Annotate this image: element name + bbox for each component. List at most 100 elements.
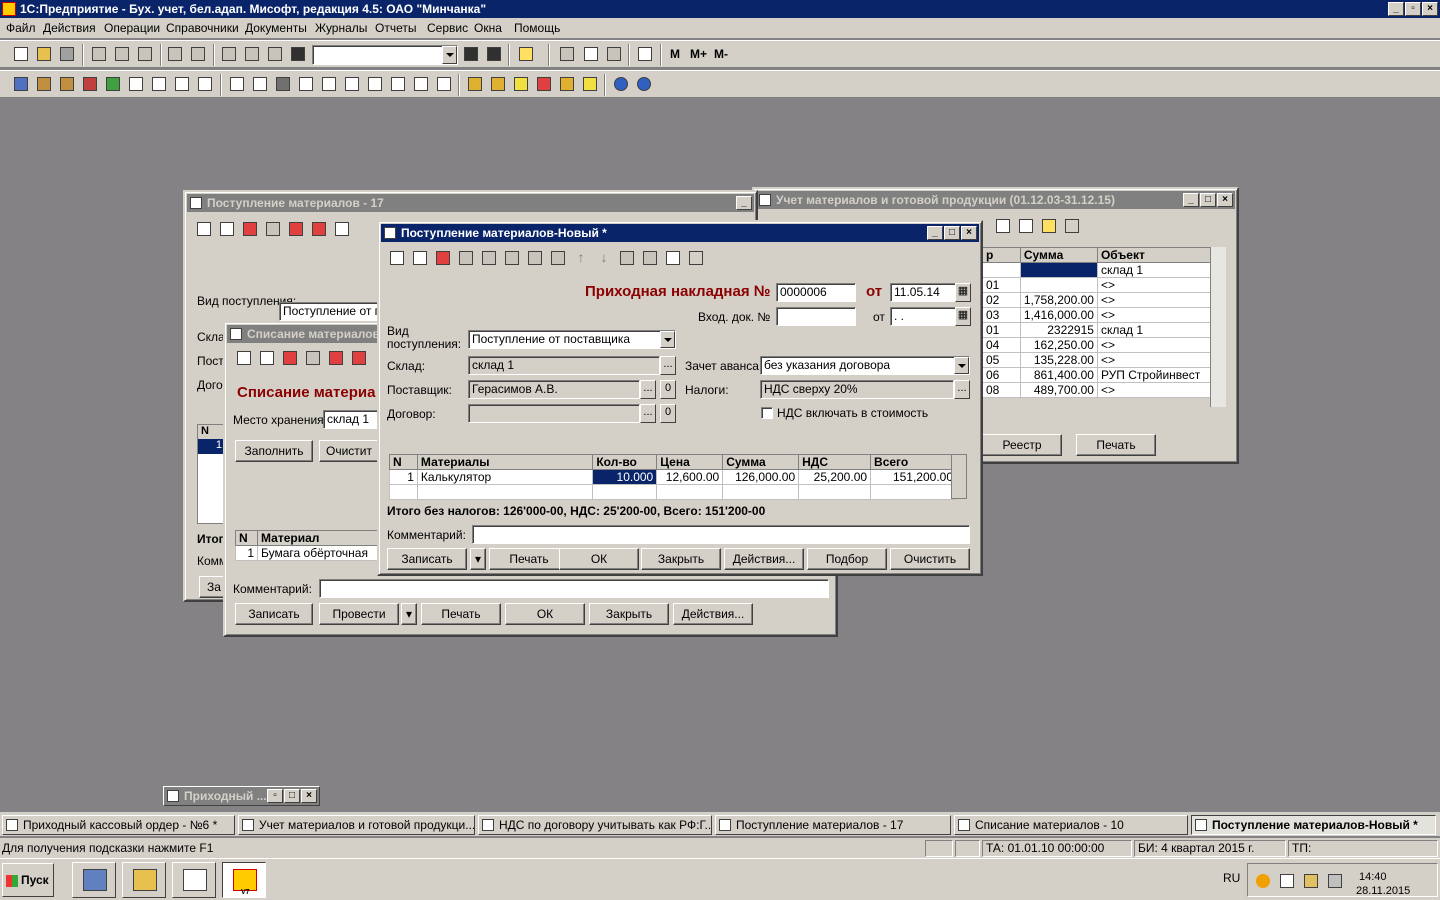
doc-number-field[interactable]: 0000006 <box>776 283 856 302</box>
table-row[interactable]: склад 1 <box>982 262 1213 278</box>
table-row[interactable]: 04 162,250.00 <> <box>982 337 1213 353</box>
menu-journals[interactable]: Журналы <box>315 21 367 35</box>
writeoff-post-button[interactable]: Провести <box>319 603 399 625</box>
new-tb-move-icon[interactable] <box>526 249 544 267</box>
materials-col-n[interactable]: N <box>389 454 418 470</box>
new-tb-edit-row-icon[interactable] <box>411 249 429 267</box>
journal-tb-icon-1[interactable] <box>994 217 1012 235</box>
contract-clear-button[interactable]: 0 <box>660 404 676 423</box>
warehouse-field[interactable]: склад 1 <box>468 356 660 375</box>
quicklaunch-folder[interactable] <box>122 862 166 898</box>
journal-col-code[interactable]: р <box>982 247 1021 263</box>
doc-date-calendar-icon[interactable]: ▦ <box>955 283 971 302</box>
supplier-field[interactable]: Герасимов А.В. <box>468 380 640 399</box>
supplier-select-button[interactable]: ... <box>640 380 656 399</box>
book-icon[interactable] <box>636 45 654 63</box>
quicklaunch-calculator[interactable] <box>172 862 216 898</box>
report-8-icon[interactable] <box>389 75 407 93</box>
writeoff-ok-button[interactable]: ОК <box>505 603 585 625</box>
help-icon[interactable] <box>664 249 682 267</box>
tab-cash-receipt[interactable]: Приходный кассовый ордер - №6 * <box>2 815 235 835</box>
new-tb-delete-row-icon[interactable] <box>434 249 452 267</box>
quicklaunch-explorer[interactable] <box>72 862 116 898</box>
table-row[interactable]: 06 861,400.00 РУП Стройинвест <box>982 367 1213 383</box>
incoming-date-calendar-icon[interactable]: ▦ <box>955 307 971 326</box>
receipt17-tb-edit-icon[interactable] <box>218 220 236 238</box>
save-button[interactable]: Записать <box>387 548 467 570</box>
writeoff-tb-edit-icon[interactable] <box>258 349 276 367</box>
receipt17-tb-delete-icon[interactable] <box>241 220 259 238</box>
calendar-grid-icon[interactable] <box>220 45 238 63</box>
contract-field[interactable] <box>468 404 640 423</box>
minimized-restore-button[interactable]: ▫ <box>267 789 283 803</box>
sort-asc-icon[interactable] <box>618 249 636 267</box>
entries-journal-icon[interactable] <box>58 75 76 93</box>
materials-col-price[interactable]: Цена <box>656 454 724 470</box>
tab-receipt-17[interactable]: Поступление материалов - 17 <box>715 815 951 835</box>
journal-tb-help-icon[interactable] <box>1040 217 1058 235</box>
new-receipt-close-button[interactable]: × <box>961 226 977 240</box>
report-5-icon[interactable] <box>320 75 338 93</box>
whats-this-icon[interactable] <box>687 249 705 267</box>
print-icon[interactable] <box>166 45 184 63</box>
report-7-icon[interactable] <box>366 75 384 93</box>
journal-col-sum[interactable]: Сумма <box>1019 247 1098 263</box>
materials-scrollbar[interactable] <box>951 454 967 499</box>
actions-button[interactable]: Действия... <box>724 548 804 570</box>
memory-m-minus-button[interactable]: M- <box>714 47 728 61</box>
exclaim-icon[interactable] <box>535 75 553 93</box>
menu-file[interactable]: Файл <box>6 21 36 35</box>
table-row[interactable]: 01 <> <box>982 277 1213 293</box>
writeoff-tb-delete-icon[interactable] <box>281 349 299 367</box>
find-binoculars-icon[interactable] <box>462 45 480 63</box>
incoming-doc-field[interactable] <box>776 307 856 326</box>
receipt17-tb-new-icon[interactable] <box>195 220 213 238</box>
new-tb-copy-row-icon[interactable] <box>457 249 475 267</box>
tab-writeoff-10[interactable]: Списание материалов - 10 <box>954 815 1188 835</box>
menu-references[interactable]: Справочники <box>166 21 239 35</box>
search-combo-dropdown-icon[interactable] <box>442 46 457 64</box>
search-combo[interactable] <box>312 45 458 65</box>
app-minimize-button[interactable]: _ <box>1388 2 1404 16</box>
language-indicator[interactable]: RU <box>1223 871 1240 885</box>
receipt17-kind-field[interactable]: Поступление от по <box>279 302 389 321</box>
new-tb-add-row-icon[interactable] <box>388 249 406 267</box>
table-row[interactable]: 02 1,758,200.00 <> <box>982 292 1213 308</box>
journal-maximize-button[interactable]: □ <box>1200 193 1216 207</box>
incoming-date-field[interactable]: . . <box>890 307 956 326</box>
new-receipt-maximize-button[interactable]: □ <box>944 226 960 240</box>
kind-select[interactable]: Поступление от поставщика <box>468 330 676 349</box>
table-row[interactable]: 05 135,228.00 <> <box>982 352 1213 368</box>
open-folder-icon[interactable] <box>35 45 53 63</box>
report-4-icon[interactable] <box>297 75 315 93</box>
vat-include-checkbox[interactable] <box>761 407 773 419</box>
contract-select-button[interactable]: ... <box>640 404 656 423</box>
network-icon[interactable] <box>1304 874 1318 888</box>
phone-icon[interactable] <box>558 75 576 93</box>
taxes-field[interactable]: НДС сверху 20% <box>760 380 954 399</box>
minimized-close-button[interactable]: × <box>301 789 317 803</box>
materials-col-vat[interactable]: НДС <box>798 454 872 470</box>
chart-of-accounts-icon[interactable] <box>12 75 30 93</box>
cash-receipt-icon[interactable] <box>150 75 168 93</box>
receipt17-tb-copy-icon[interactable] <box>264 220 282 238</box>
start-button[interactable]: Пуск <box>2 863 54 897</box>
cash-expense-icon[interactable] <box>173 75 191 93</box>
globe-2-icon[interactable] <box>635 75 653 93</box>
paste-icon[interactable] <box>136 45 154 63</box>
undo-icon[interactable] <box>243 45 261 63</box>
journal-registry-button[interactable]: Реестр <box>982 434 1062 456</box>
receipt17-tb-dt-icon[interactable] <box>287 220 305 238</box>
report-10-icon[interactable] <box>435 75 453 93</box>
rbc-icon[interactable] <box>512 75 530 93</box>
table-row[interactable]: 01 2322915 склад 1 <box>982 322 1213 338</box>
save-disk-icon[interactable] <box>58 45 76 63</box>
report-3-icon[interactable] <box>274 75 292 93</box>
memory-m-button[interactable]: M <box>670 47 680 61</box>
menu-service[interactable]: Сервис <box>427 21 468 35</box>
minimized-window-cash-receipt[interactable]: Приходный ... ▫ □ × <box>163 786 320 806</box>
writeoff-fill-button[interactable]: Заполнить <box>235 440 313 462</box>
redo-icon[interactable] <box>266 45 284 63</box>
memory-m-plus-button[interactable]: M+ <box>690 47 707 61</box>
warehouse-select-button[interactable]: ... <box>660 356 676 375</box>
